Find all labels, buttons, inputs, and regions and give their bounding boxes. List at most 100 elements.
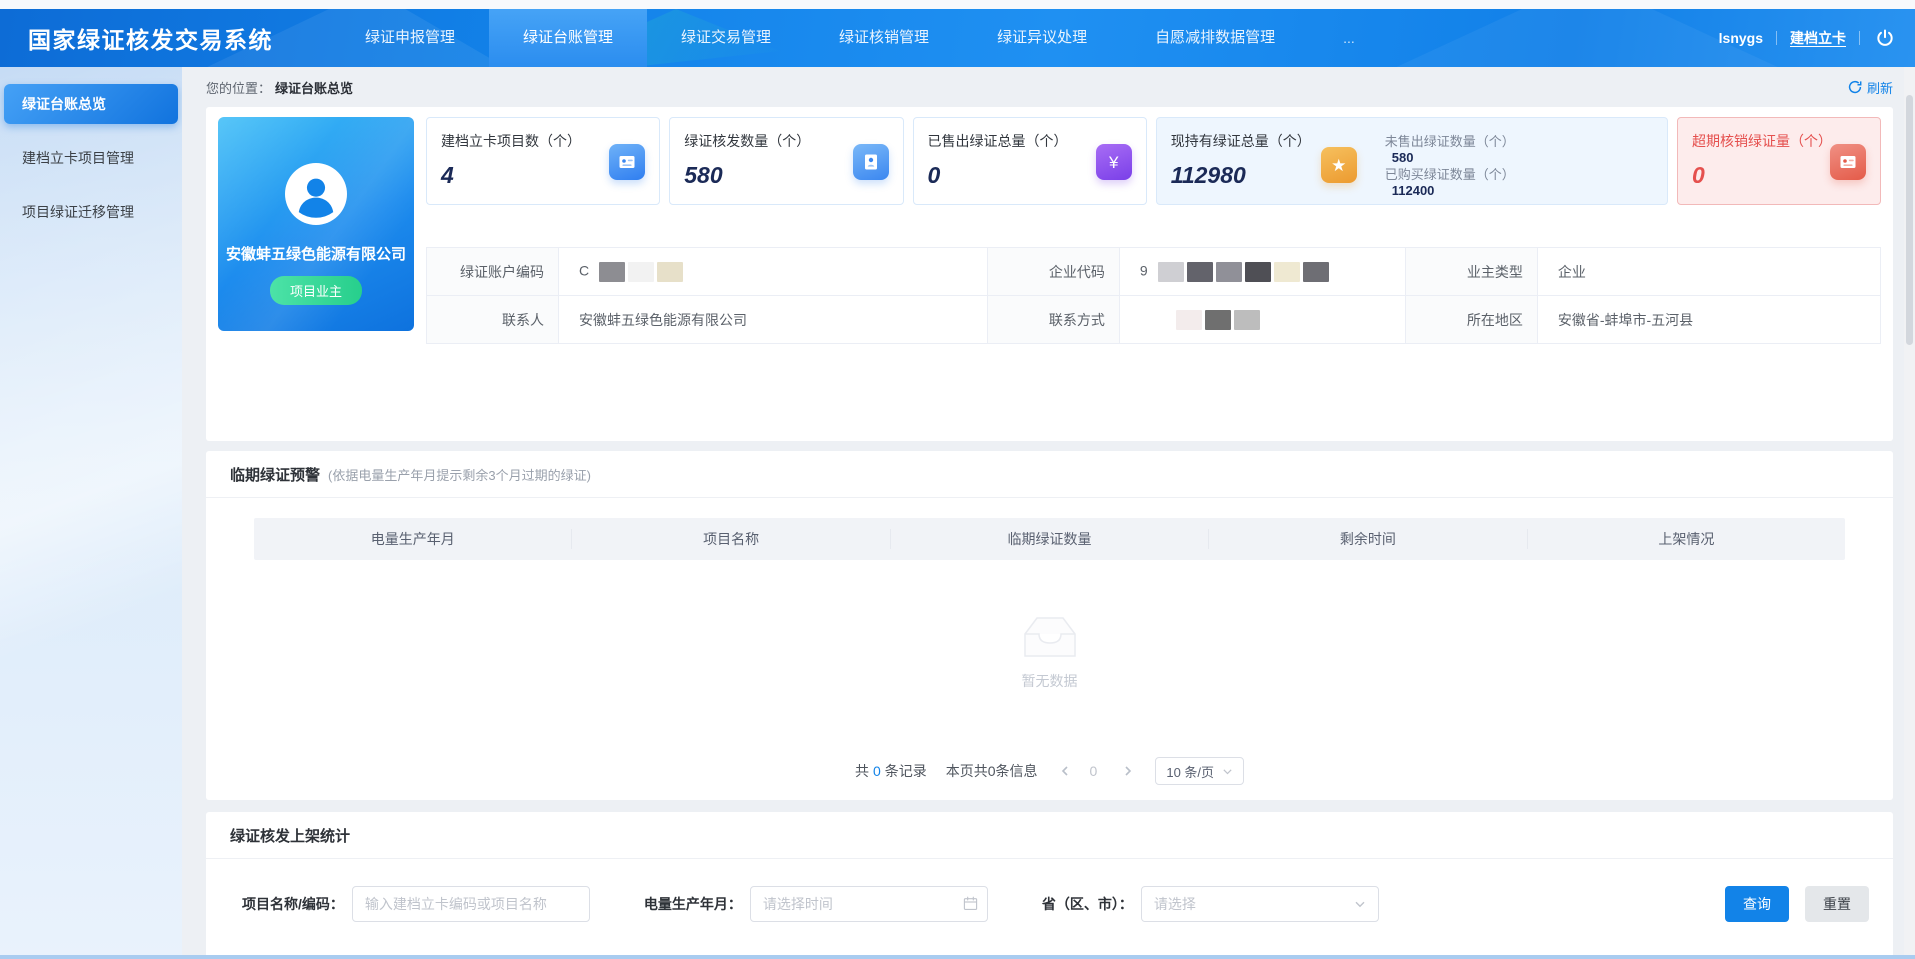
quick-link[interactable]: 建档立卡: [1790, 28, 1846, 48]
column-listing-status: 上架情况: [1528, 529, 1845, 549]
table-header-row: 电量生产年月 项目名称 临期绿证数量 剩余时间 上架情况: [254, 518, 1845, 560]
app-title: 国家绿证核发交易系统: [28, 21, 273, 55]
owner-type-value: 企业: [1537, 248, 1880, 296]
person-icon: [287, 165, 345, 223]
total-suffix: 条记录: [885, 761, 927, 781]
contact-person-value: 安徽蚌五绿色能源有限公司: [559, 296, 988, 344]
avatar: [285, 163, 347, 225]
app-screen: 国家绿证核发交易系统 绿证申报管理 绿证台账管理 绿证交易管理 绿证核销管理 绿…: [0, 0, 1915, 959]
page-number[interactable]: 0: [1086, 763, 1102, 779]
nav-item-dispute[interactable]: 绿证异议处理: [963, 9, 1121, 67]
nav-item-ccer[interactable]: 自愿减排数据管理: [1121, 9, 1309, 67]
overview-panel: 安徽蚌五绿色能源有限公司 项目业主 建档立卡项目数（个） 4 绿: [206, 107, 1893, 441]
total-prefix: 共: [855, 761, 869, 781]
region-filter-group: 省（区、市）： 请选择: [1042, 886, 1379, 922]
search-button[interactable]: 查询: [1725, 886, 1789, 922]
stat-card-sold-certs: 已售出绿证总量（个） 0 ¥: [913, 117, 1147, 205]
panel-header: 临期绿证预警 (依据电量生产年月提示剩余3个月过期的绿证): [206, 451, 1893, 498]
page-size-select[interactable]: 10 条/页: [1155, 757, 1244, 785]
yuan-glyph: ¥: [1109, 154, 1118, 171]
pagination: 共 0 条记录 本页共0条信息 0 10 条/页: [206, 742, 1893, 800]
panel-note: (依据电量生产年月提示剩余3个月过期的绿证): [328, 465, 591, 484]
project-filter-group: 项目名称/编码：: [242, 886, 590, 922]
filter-form: 项目名称/编码： 电量生产年月： 省（区、市）：: [206, 859, 1893, 922]
company-name: 安徽蚌五绿色能源有限公司: [218, 243, 414, 264]
sidebar: 绿证台账总览 建档立卡项目管理 项目绿证迁移管理: [0, 67, 182, 959]
vertical-scrollbar[interactable]: [1904, 67, 1915, 959]
enterprise-code-label: 企业代码: [987, 248, 1119, 296]
chevron-down-icon: [1222, 766, 1233, 777]
stat-cards-row: 建档立卡项目数（个） 4 绿证核发数量（个） 580: [426, 117, 1881, 205]
redacted-block: [1176, 310, 1260, 330]
certificate-icon: [853, 144, 889, 180]
panel-header: 绿证核发上架统计: [206, 812, 1893, 859]
prev-page-icon[interactable]: [1053, 765, 1077, 777]
record-total: 共 0 条记录: [855, 761, 927, 781]
nav-divider: [1859, 31, 1860, 45]
nav-menu: 绿证申报管理 绿证台账管理 绿证交易管理 绿证核销管理 绿证异议处理 自愿减排数…: [331, 9, 1389, 67]
breadcrumb-prefix: 您的位置：: [206, 78, 271, 97]
page-size-value: 10 条/页: [1166, 762, 1214, 781]
sidebar-item-ledger-overview[interactable]: 绿证台账总览: [4, 84, 178, 124]
date-filter-group: 电量生产年月：: [644, 886, 988, 922]
stat-main: 现持有绿证总量（个） 112980: [1171, 131, 1311, 189]
nav-divider: [1776, 31, 1777, 45]
sidebar-item-cert-migration[interactable]: 项目绿证迁移管理: [4, 192, 178, 232]
province-select[interactable]: 请选择: [1141, 886, 1379, 922]
redacted-block: [599, 262, 683, 282]
top-nav: 国家绿证核发交易系统 绿证申报管理 绿证台账管理 绿证交易管理 绿证核销管理 绿…: [0, 9, 1915, 67]
redacted-block: [1158, 262, 1329, 282]
panel-title: 绿证核发上架统计: [230, 825, 350, 846]
project-filter-label: 项目名称/编码：: [242, 894, 344, 914]
column-project-name: 项目名称: [572, 529, 890, 549]
date-picker-input[interactable]: [750, 886, 988, 922]
power-icon: [1875, 28, 1895, 48]
nav-item-ledger[interactable]: 绿证台账管理: [489, 9, 647, 67]
nav-item-declare[interactable]: 绿证申报管理: [331, 9, 489, 67]
panel-title: 临期绿证预警: [230, 464, 320, 485]
stat-card-issued-certs: 绿证核发数量（个） 580: [669, 117, 903, 205]
sub-stat-label: 未售出绿证数量（个）: [1385, 133, 1515, 150]
contact-phone-value: [1119, 296, 1405, 344]
star-glyph: ★: [1331, 157, 1346, 174]
expiring-certs-panel: 临期绿证预警 (依据电量生产年月提示剩余3个月过期的绿证) 电量生产年月 项目名…: [206, 451, 1893, 800]
contact-person-label: 联系人: [427, 296, 559, 344]
nav-item-trade[interactable]: 绿证交易管理: [647, 9, 805, 67]
date-filter-label: 电量生产年月：: [644, 894, 742, 914]
project-search-input[interactable]: [352, 886, 590, 922]
logout-button[interactable]: [1875, 28, 1895, 48]
window-top-strip: [0, 0, 1915, 9]
empty-state: 暂无数据: [206, 560, 1893, 742]
region-filter-label: 省（区、市）：: [1042, 894, 1133, 914]
enterprise-code-value: 9: [1119, 248, 1405, 296]
username[interactable]: lsnygs: [1719, 30, 1763, 46]
calendar-icon[interactable]: [963, 896, 978, 911]
breadcrumb-current: 绿证台账总览: [275, 78, 353, 97]
province-select-value: 请选择: [1154, 894, 1196, 914]
column-expiring-count: 临期绿证数量: [891, 529, 1209, 549]
owner-role-badge: 项目业主: [270, 276, 362, 305]
next-page-icon[interactable]: [1116, 765, 1140, 777]
company-card: 安徽蚌五绿色能源有限公司 项目业主: [218, 117, 414, 331]
table-row: 绿证账户编码 C 企业代码 9 业主类型 企业: [427, 248, 1881, 296]
account-code-value: C: [559, 248, 988, 296]
page-summary: 本页共0条信息: [946, 761, 1038, 781]
empty-text: 暂无数据: [1022, 671, 1078, 691]
nav-item-more[interactable]: ...: [1309, 9, 1389, 67]
refresh-button[interactable]: 刷新: [1848, 78, 1893, 97]
reset-button[interactable]: 重置: [1805, 886, 1869, 922]
stat-sub-block: 未售出绿证数量（个） 580 已购买绿证数量（个） 112400: [1385, 131, 1515, 199]
stat-card-filed-projects: 建档立卡项目数（个） 4: [426, 117, 660, 205]
scrollbar-thumb[interactable]: [1906, 95, 1913, 345]
sidebar-item-project-filing[interactable]: 建档立卡项目管理: [4, 138, 178, 178]
sub-stat-value: 580: [1385, 150, 1515, 166]
enterprise-code-text: 9: [1140, 262, 1148, 278]
issuance-stats-panel: 绿证核发上架统计 项目名称/编码： 电量生产年月：: [206, 812, 1893, 959]
sub-stat-label: 已购买绿证数量（个）: [1385, 166, 1515, 183]
region-value: 安徽省-蚌埠市-五河县: [1537, 296, 1880, 344]
account-code-text: C: [579, 262, 589, 278]
main-content: 您的位置： 绿证台账总览 刷新 安徽蚌五绿色能源有: [182, 67, 1915, 959]
stat-label: 现持有绿证总量（个）: [1171, 131, 1311, 151]
window-bottom-strip: [0, 955, 1915, 959]
nav-item-writeoff[interactable]: 绿证核销管理: [805, 9, 963, 67]
